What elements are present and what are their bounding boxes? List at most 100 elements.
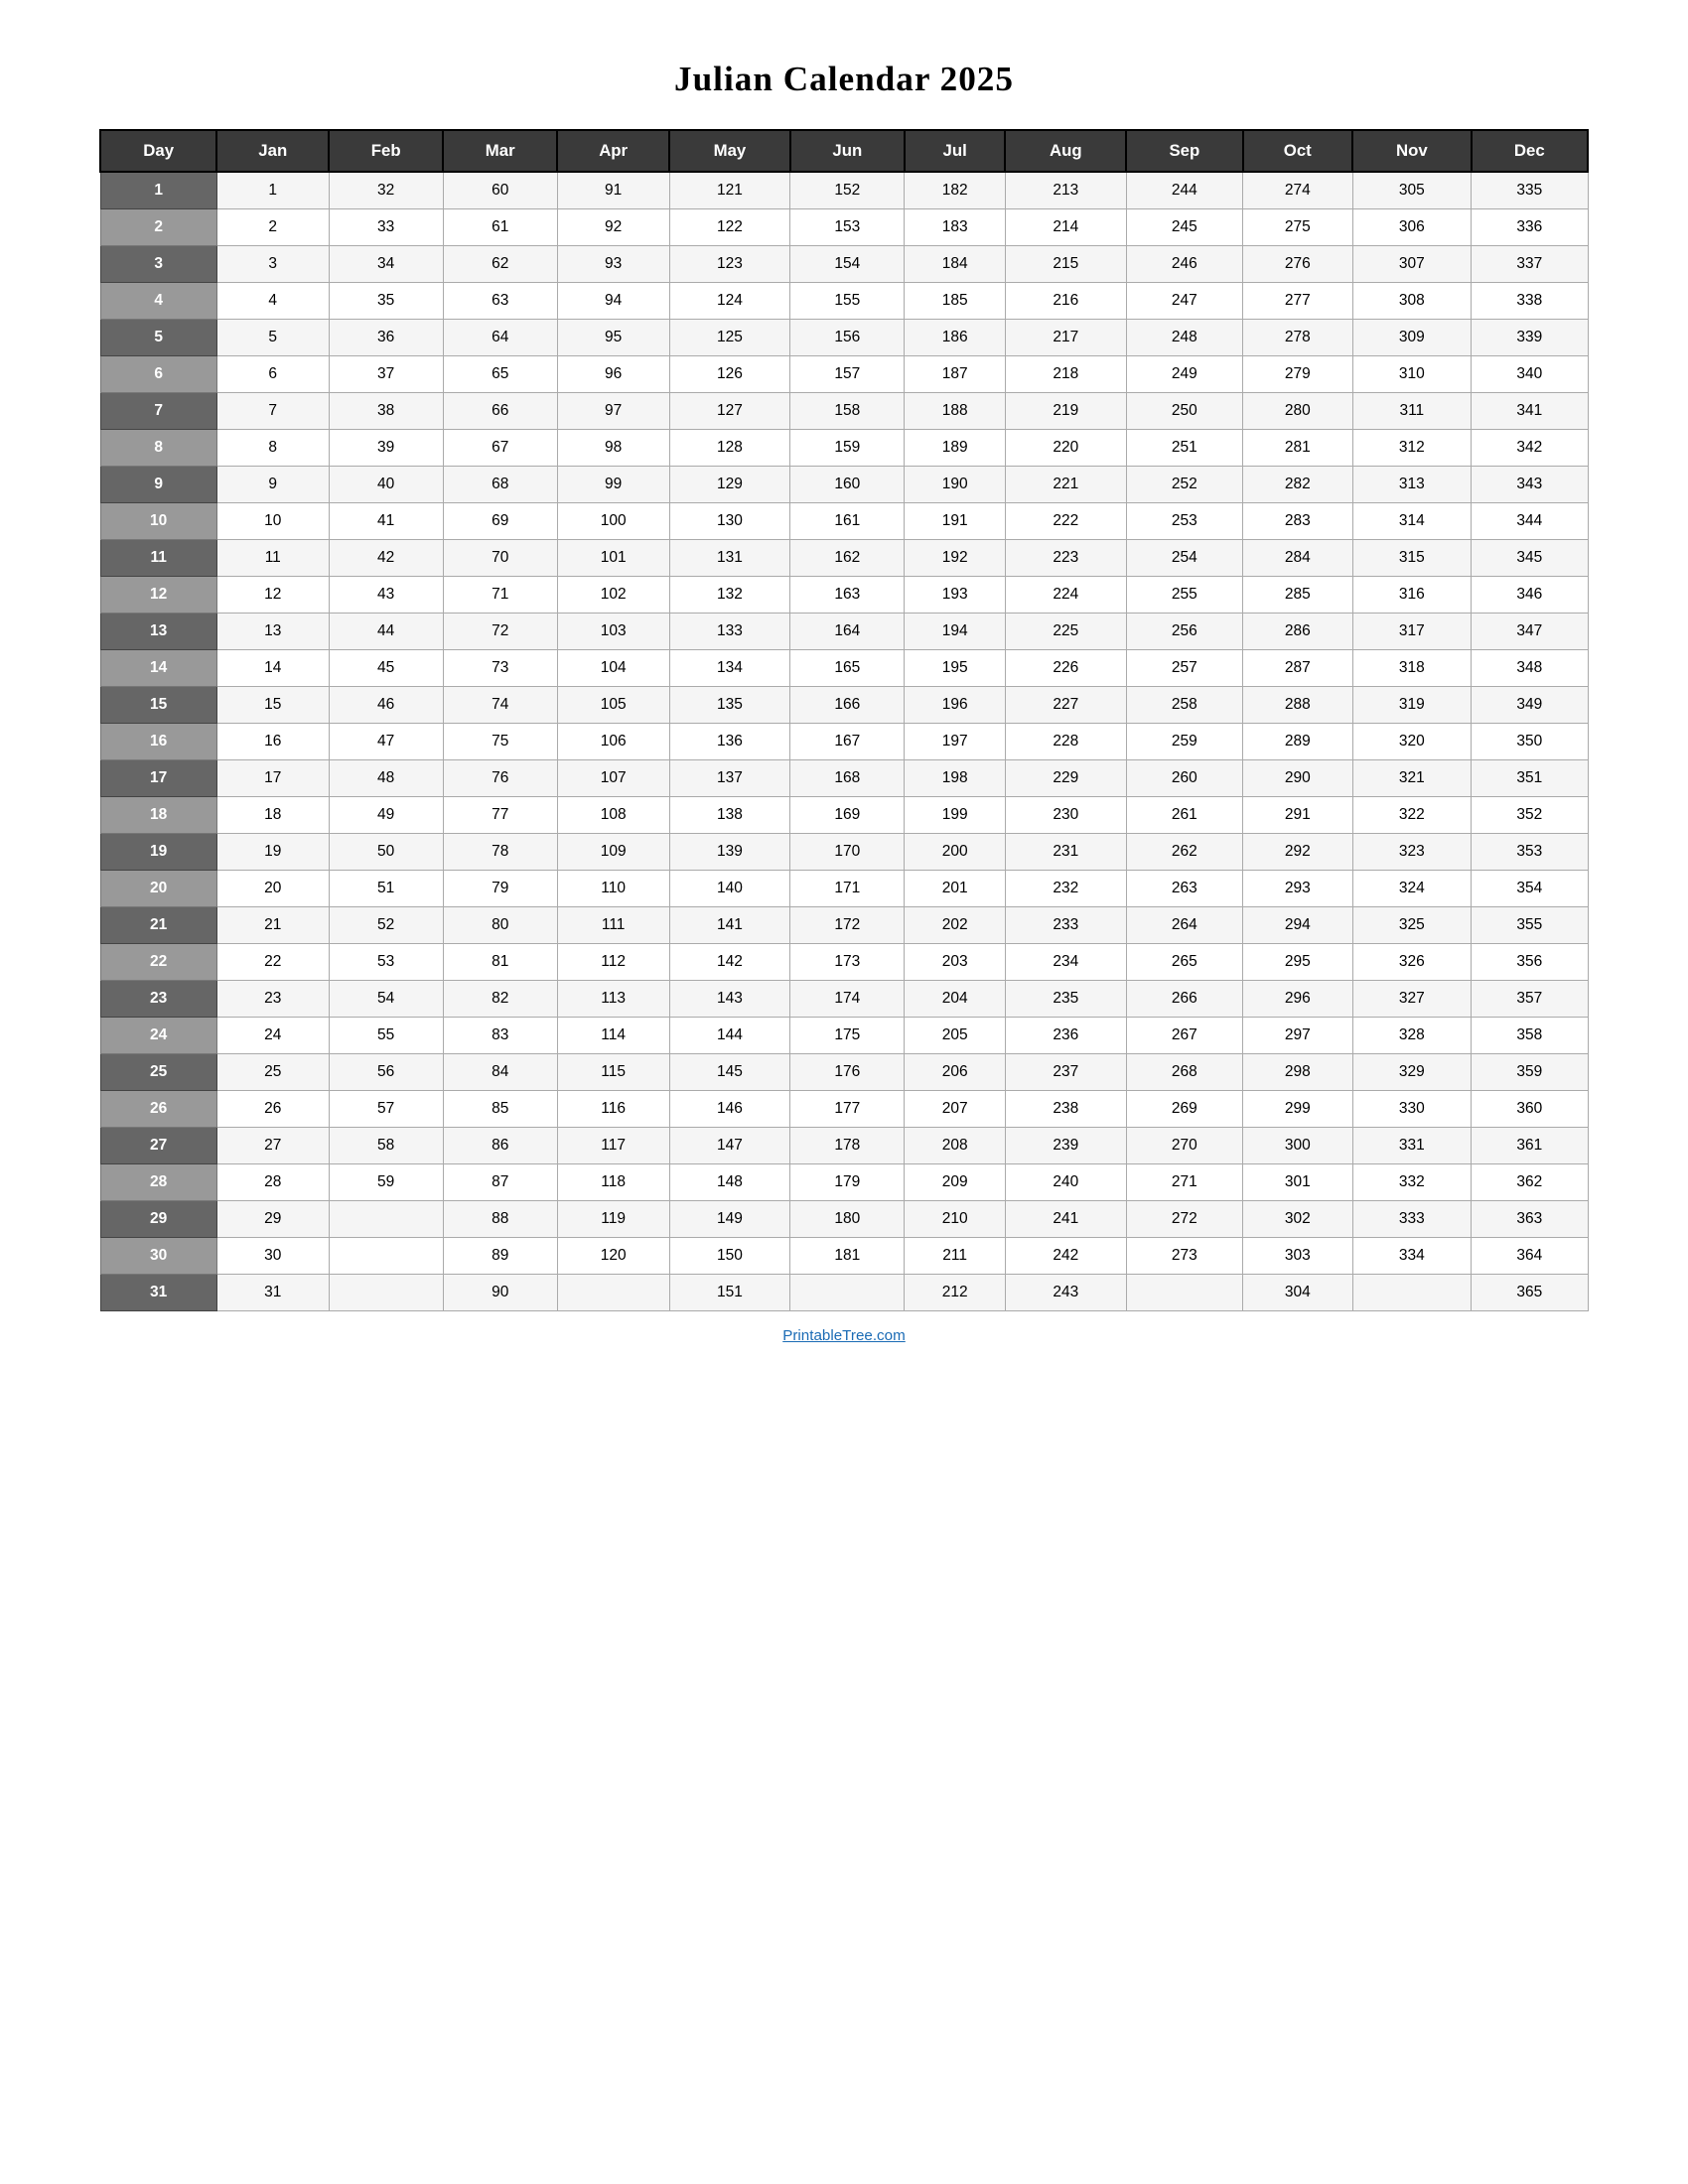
cell-value [329,1201,443,1238]
cell-value: 261 [1126,797,1242,834]
cell-value: 322 [1352,797,1472,834]
cell-value: 282 [1243,467,1353,503]
cell-value: 150 [669,1238,790,1275]
cell-value: 75 [443,724,557,760]
cell-value: 40 [329,467,443,503]
day-number: 2 [100,209,216,246]
cell-value: 240 [1005,1164,1126,1201]
day-number: 18 [100,797,216,834]
cell-value: 70 [443,540,557,577]
cell-value: 349 [1472,687,1588,724]
cell-value: 54 [329,981,443,1018]
cell-value: 158 [790,393,905,430]
cell-value [557,1275,669,1311]
cell-value: 344 [1472,503,1588,540]
cell-value: 171 [790,871,905,907]
cell-value: 359 [1472,1054,1588,1091]
day-number: 21 [100,907,216,944]
cell-value: 342 [1472,430,1588,467]
day-number: 9 [100,467,216,503]
cell-value: 81 [443,944,557,981]
cell-value: 31 [216,1275,329,1311]
cell-value: 87 [443,1164,557,1201]
cell-value: 215 [1005,246,1126,283]
cell-value: 316 [1352,577,1472,614]
table-row: 22336192122153183214245275306336 [100,209,1588,246]
cell-value: 199 [905,797,1006,834]
table-row: 11114270101131162192223254284315345 [100,540,1588,577]
cell-value: 173 [790,944,905,981]
cell-value: 345 [1472,540,1588,577]
cell-value: 262 [1126,834,1242,871]
cell-value: 289 [1243,724,1353,760]
cell-value: 147 [669,1128,790,1164]
cell-value: 338 [1472,283,1588,320]
cell-value: 274 [1243,172,1353,209]
cell-value: 94 [557,283,669,320]
cell-value: 256 [1126,614,1242,650]
cell-value: 220 [1005,430,1126,467]
day-number: 10 [100,503,216,540]
cell-value: 326 [1352,944,1472,981]
cell-value: 3 [216,246,329,283]
cell-value: 57 [329,1091,443,1128]
cell-value: 355 [1472,907,1588,944]
cell-value: 133 [669,614,790,650]
table-row: 55366495125156186217248278309339 [100,320,1588,356]
cell-value: 337 [1472,246,1588,283]
cell-value: 273 [1126,1238,1242,1275]
cell-value: 227 [1005,687,1126,724]
cell-value: 98 [557,430,669,467]
cell-value: 283 [1243,503,1353,540]
column-header-sep: Sep [1126,130,1242,172]
day-number: 28 [100,1164,216,1201]
cell-value: 271 [1126,1164,1242,1201]
cell-value: 317 [1352,614,1472,650]
cell-value: 364 [1472,1238,1588,1275]
day-number: 30 [100,1238,216,1275]
cell-value: 263 [1126,871,1242,907]
cell-value: 50 [329,834,443,871]
cell-value: 195 [905,650,1006,687]
cell-value: 68 [443,467,557,503]
cell-value: 24 [216,1018,329,1054]
cell-value: 85 [443,1091,557,1128]
day-number: 20 [100,871,216,907]
table-row: 12124371102132163193224255285316346 [100,577,1588,614]
cell-value [329,1275,443,1311]
table-row: 28285987118148179209240271301332362 [100,1164,1588,1201]
cell-value: 298 [1243,1054,1353,1091]
footer-link[interactable]: PrintableTree.com [782,1327,906,1344]
cell-value: 149 [669,1201,790,1238]
table-row: 23235482113143174204235266296327357 [100,981,1588,1018]
cell-value: 264 [1126,907,1242,944]
table-row: 27275886117147178208239270300331361 [100,1128,1588,1164]
cell-value: 135 [669,687,790,724]
cell-value: 251 [1126,430,1242,467]
cell-value: 216 [1005,283,1126,320]
cell-value: 137 [669,760,790,797]
cell-value: 318 [1352,650,1472,687]
cell-value: 11 [216,540,329,577]
cell-value: 35 [329,283,443,320]
cell-value: 131 [669,540,790,577]
column-header-jul: Jul [905,130,1006,172]
cell-value: 101 [557,540,669,577]
cell-value: 243 [1005,1275,1126,1311]
cell-value: 276 [1243,246,1353,283]
cell-value: 238 [1005,1091,1126,1128]
table-row: 11326091121152182213244274305335 [100,172,1588,209]
cell-value: 352 [1472,797,1588,834]
cell-value: 217 [1005,320,1126,356]
day-number: 31 [100,1275,216,1311]
cell-value: 92 [557,209,669,246]
table-row: 22225381112142173203234265295326356 [100,944,1588,981]
cell-value: 37 [329,356,443,393]
cell-value: 252 [1126,467,1242,503]
cell-value: 245 [1126,209,1242,246]
cell-value: 198 [905,760,1006,797]
cell-value: 305 [1352,172,1472,209]
cell-value: 73 [443,650,557,687]
table-row: 21215280111141172202233264294325355 [100,907,1588,944]
cell-value: 221 [1005,467,1126,503]
